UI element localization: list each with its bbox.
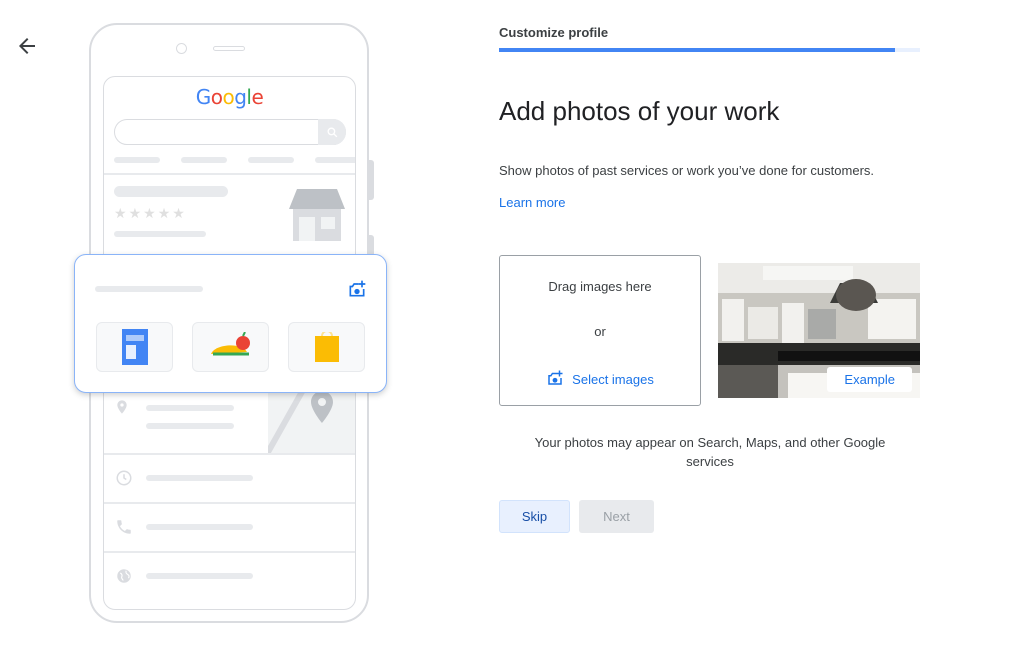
back-arrow-icon[interactable] — [14, 34, 40, 58]
photo-thumbnail — [192, 322, 269, 372]
add-photo-icon — [347, 279, 367, 304]
location-pin-icon — [114, 397, 130, 422]
add-photo-icon — [546, 369, 564, 390]
learn-more-link[interactable]: Learn more — [499, 195, 565, 210]
star-icon: ★ — [157, 205, 171, 221]
divider — [104, 502, 355, 504]
storefront-icon — [289, 185, 345, 246]
page-description: Show photos of past services or work you… — [499, 163, 875, 178]
mock-text-line — [146, 405, 234, 411]
globe-icon — [115, 567, 133, 590]
example-badge: Example — [827, 367, 912, 392]
logo-letter: G — [195, 85, 212, 109]
page-title: Add photos of your work — [499, 96, 780, 126]
divider — [104, 551, 355, 553]
mock-tab — [114, 157, 160, 163]
mock-text-line — [146, 573, 253, 579]
mock-text-line — [146, 475, 253, 481]
progress-fill — [499, 48, 895, 52]
star-icon: ★ — [128, 205, 142, 221]
example-photo: Example — [718, 263, 920, 398]
logo-letter: g — [234, 85, 247, 109]
clock-icon — [115, 469, 133, 492]
google-logo: Google — [104, 85, 355, 109]
phone-camera — [176, 43, 187, 54]
mock-tab — [248, 157, 294, 163]
step-label: Customize profile — [499, 25, 609, 40]
image-dropzone[interactable]: Drag images here or Select images — [499, 255, 701, 406]
mock-text-line — [114, 231, 206, 237]
or-text: or — [594, 324, 606, 339]
star-icon: ★ — [143, 205, 156, 221]
phone-speaker — [213, 46, 245, 51]
next-button[interactable]: Next — [579, 500, 654, 533]
search-icon — [318, 119, 346, 145]
phone-side-button — [369, 160, 374, 200]
logo-letter: o — [210, 85, 223, 109]
mock-text-line — [146, 524, 253, 530]
drag-text: Drag images here — [548, 279, 652, 294]
photo-thumbnail — [96, 322, 173, 372]
skip-button[interactable]: Skip — [499, 500, 570, 533]
photos-note: Your photos may appear on Search, Maps, … — [534, 435, 886, 469]
mock-tab — [315, 157, 355, 163]
photos-card-illustration — [74, 254, 387, 393]
mock-business-name — [114, 186, 228, 197]
logo-letter: e — [251, 85, 264, 109]
rating-stars: ★ ★ ★ ★ ★ — [114, 205, 185, 222]
mock-text-line — [95, 286, 203, 292]
divider — [104, 173, 355, 175]
select-images-label: Select images — [572, 372, 654, 387]
photo-thumbnail — [288, 322, 365, 372]
logo-letter: o — [222, 85, 235, 109]
mock-search-bar — [114, 119, 346, 145]
star-icon: ★ — [172, 205, 185, 221]
star-icon: ★ — [114, 205, 127, 221]
progress-bar — [499, 48, 920, 52]
select-images-button[interactable]: Select images — [500, 369, 700, 390]
divider — [104, 453, 355, 455]
mock-tab — [181, 157, 227, 163]
phone-icon — [115, 518, 133, 541]
mock-text-line — [146, 423, 234, 429]
